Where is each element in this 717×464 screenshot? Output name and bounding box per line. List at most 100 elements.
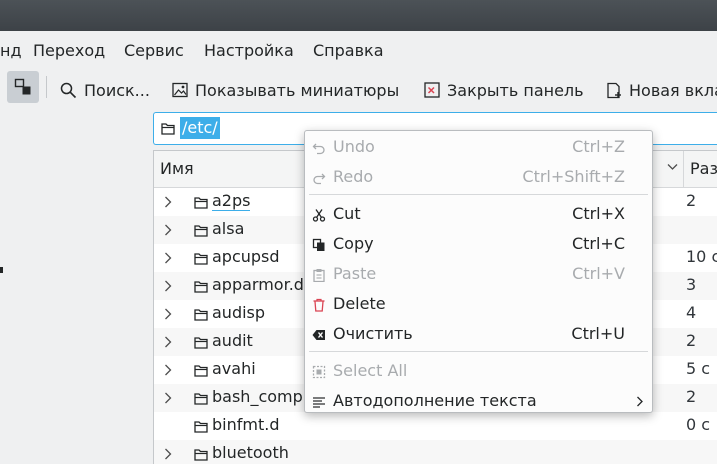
menu-go[interactable]: Переход bbox=[33, 41, 105, 60]
undo-shortcut: Ctrl+Z bbox=[572, 137, 625, 156]
close-panel-label: Закрыть панель bbox=[447, 80, 584, 100]
menu-separator bbox=[309, 194, 648, 195]
scissors-icon bbox=[312, 209, 326, 222]
folder-icon bbox=[194, 309, 208, 321]
expand-chevron-icon[interactable] bbox=[164, 364, 172, 376]
folder-icon bbox=[194, 281, 208, 293]
expand-chevron-icon[interactable] bbox=[164, 392, 172, 404]
show-preview-label: Показывать миниатюры bbox=[195, 80, 400, 100]
menu-item-redo[interactable]: Redo Ctrl+Shift+Z bbox=[305, 163, 652, 193]
file-name: avahi bbox=[212, 359, 256, 378]
folder-icon bbox=[194, 337, 208, 349]
delete-label: Delete bbox=[333, 294, 386, 313]
show-preview-button[interactable]: Показывать миниатюры bbox=[172, 78, 399, 102]
new-tab-label: Новая вкла bbox=[629, 80, 717, 100]
file-name: apparmor.d bbox=[212, 275, 304, 294]
copy-shortcut: Ctrl+C bbox=[571, 234, 625, 253]
file-name: audit bbox=[212, 331, 253, 350]
file-name: bash_comp bbox=[212, 387, 303, 406]
search-icon bbox=[60, 82, 77, 98]
search-button[interactable]: Поиск... bbox=[60, 78, 150, 102]
autocomplete-label: Автодополнение текста bbox=[333, 391, 537, 410]
file-name: alsa bbox=[212, 219, 245, 238]
search-label: Поиск... bbox=[84, 80, 150, 100]
undo-label: Undo bbox=[333, 137, 375, 156]
close-panel-icon bbox=[424, 82, 440, 98]
menu-item-copy[interactable]: Copy Ctrl+C bbox=[305, 230, 652, 260]
copy-icon bbox=[312, 238, 325, 251]
select-all-icon bbox=[312, 365, 326, 379]
menu-item-delete[interactable]: Delete bbox=[305, 290, 652, 320]
copy-label: Copy bbox=[333, 234, 374, 253]
menubar: нд Переход Сервис Настройка Справка bbox=[0, 33, 717, 69]
menu-settings[interactable]: Настройка bbox=[204, 41, 294, 60]
file-size: 0 с bbox=[686, 415, 711, 434]
paste-shortcut: Ctrl+V bbox=[572, 264, 625, 283]
text-lines-icon bbox=[313, 397, 325, 408]
sort-chevron-icon[interactable] bbox=[667, 163, 678, 171]
folder-icon bbox=[194, 253, 208, 265]
redo-label: Redo bbox=[333, 167, 374, 186]
menu-item-select-all[interactable]: Select All bbox=[305, 357, 652, 387]
column-name[interactable]: Имя bbox=[160, 159, 194, 178]
file-name: apcupsd bbox=[212, 247, 280, 266]
redo-icon bbox=[313, 173, 326, 185]
file-size: 2 bbox=[686, 331, 697, 350]
file-size: 5 с bbox=[686, 359, 711, 378]
expand-chevron-icon[interactable] bbox=[164, 252, 172, 264]
file-size: 3 bbox=[686, 275, 697, 294]
menu-separator bbox=[309, 351, 648, 352]
menu-item-clear[interactable]: Очистить Ctrl+U bbox=[305, 320, 652, 350]
folder-icon bbox=[194, 449, 208, 461]
folder-icon bbox=[194, 225, 208, 237]
expand-chevron-icon[interactable] bbox=[164, 448, 172, 460]
redo-shortcut: Ctrl+Shift+Z bbox=[522, 167, 625, 186]
file-size: 4 bbox=[686, 303, 697, 322]
column-divider bbox=[683, 151, 684, 187]
clear-label: Очистить bbox=[333, 324, 413, 343]
chevron-right-icon bbox=[637, 396, 643, 407]
close-panel-button[interactable]: Закрыть панель bbox=[424, 78, 584, 102]
expand-chevron-icon[interactable] bbox=[164, 336, 172, 348]
undo-icon bbox=[312, 143, 325, 155]
image-icon bbox=[172, 82, 188, 98]
expand-chevron-icon[interactable] bbox=[164, 196, 172, 208]
toolbar: Поиск... Показывать миниатюры Закрыть па… bbox=[0, 70, 717, 108]
column-size[interactable]: Раз bbox=[690, 159, 717, 178]
folder-icon bbox=[194, 393, 208, 405]
menu-item-cut[interactable]: Cut Ctrl+X bbox=[305, 200, 652, 230]
clear-icon bbox=[312, 330, 325, 340]
folder-icon bbox=[194, 365, 208, 377]
file-size: 2 bbox=[686, 387, 697, 406]
expand-chevron-icon[interactable] bbox=[164, 280, 172, 292]
file-name: binfmt.d bbox=[212, 415, 280, 434]
folder-icon bbox=[194, 197, 208, 209]
window-titlebar bbox=[0, 0, 717, 31]
menu-view[interactable]: нд bbox=[0, 41, 22, 60]
file-name: audisp bbox=[212, 303, 266, 322]
new-tab-button[interactable]: Новая вкла bbox=[606, 78, 717, 102]
file-name: a2ps bbox=[212, 191, 251, 211]
file-size: 2 bbox=[686, 191, 697, 210]
menu-item-autocomplete[interactable]: Автодополнение текста bbox=[305, 387, 652, 417]
file-size: 10 с bbox=[686, 247, 717, 266]
new-tab-icon bbox=[607, 82, 621, 98]
folder-icon bbox=[161, 123, 175, 135]
paste-label: Paste bbox=[333, 264, 377, 283]
file-row[interactable]: bluetooth bbox=[154, 440, 717, 464]
expand-chevron-icon[interactable] bbox=[164, 224, 172, 236]
trash-icon bbox=[313, 298, 325, 312]
places-panel bbox=[0, 110, 150, 464]
expand-chevron-icon[interactable] bbox=[164, 308, 172, 320]
menu-item-undo[interactable]: Undo Ctrl+Z bbox=[305, 133, 652, 163]
folder-icon bbox=[194, 421, 208, 433]
places-item-marker bbox=[0, 267, 3, 273]
menu-tools[interactable]: Сервис bbox=[124, 41, 184, 60]
context-menu: Undo Ctrl+Z Redo Ctrl+Shift+Z Cut Ctrl+X… bbox=[304, 130, 653, 413]
location-input[interactable]: /etc/ bbox=[180, 117, 220, 139]
cut-label: Cut bbox=[333, 204, 361, 223]
menu-help[interactable]: Справка bbox=[313, 41, 384, 60]
select-all-label: Select All bbox=[333, 361, 408, 380]
menu-item-paste[interactable]: Paste Ctrl+V bbox=[305, 260, 652, 290]
cut-shortcut: Ctrl+X bbox=[572, 204, 625, 223]
